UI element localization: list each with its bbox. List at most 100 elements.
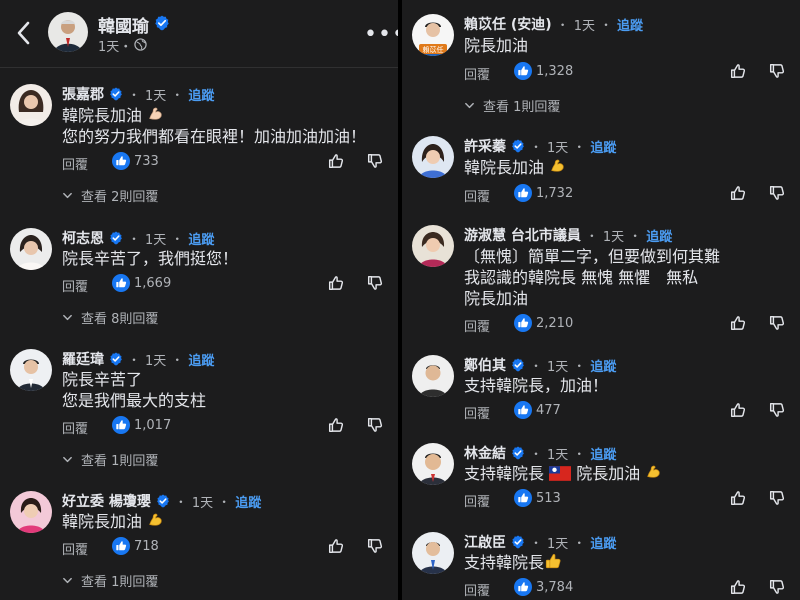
commenter-name[interactable]: 許采蓁 (464, 136, 506, 156)
avatar[interactable] (412, 136, 454, 178)
reply-button[interactable]: 回覆 (62, 154, 88, 173)
view-replies-link[interactable]: 查看 1則回覆 (62, 571, 158, 590)
avatar[interactable] (10, 491, 52, 533)
commenter-name[interactable]: 游淑慧 台北市議員 (464, 225, 581, 245)
like-count[interactable]: 477 (536, 403, 561, 418)
thumbs-up-icon[interactable] (327, 537, 345, 555)
author-avatar[interactable] (48, 12, 88, 52)
reply-button[interactable]: 回覆 (464, 186, 490, 205)
thumbs-down-icon[interactable] (366, 152, 384, 170)
commenter-name[interactable]: 柯志恩 (62, 228, 104, 248)
like-count[interactable]: 718 (134, 539, 159, 554)
thumbs-down-icon[interactable] (768, 489, 786, 507)
comment-meta: 鄭伯其 ・ 1天 ・ 追蹤 (464, 355, 616, 375)
reply-button[interactable]: 回覆 (62, 539, 88, 558)
avatar[interactable]: 賴苡任 (412, 14, 454, 56)
like-count[interactable]: 2,210 (536, 316, 573, 331)
thumbs-up-icon[interactable] (327, 152, 345, 170)
follow-button[interactable]: 追蹤 (188, 350, 214, 369)
more-options-icon[interactable]: ••• (364, 22, 398, 47)
like-count[interactable]: 1,669 (134, 276, 171, 291)
thumbs-up-icon[interactable] (729, 184, 747, 202)
thumbs-up-icon[interactable] (729, 314, 747, 332)
like-count[interactable]: 1,017 (134, 418, 171, 433)
thumbs-up-icon[interactable] (729, 401, 747, 419)
commenter-name[interactable]: 林金結 (464, 443, 506, 463)
separator-dot: ・ (128, 87, 141, 102)
comment-text: 支持韓院長 (464, 552, 562, 573)
thumbs-down-icon[interactable] (768, 62, 786, 80)
chevron-left-icon[interactable] (14, 20, 34, 46)
commenter-name[interactable]: 江啟臣 (464, 532, 506, 552)
avatar[interactable] (412, 532, 454, 574)
avatar[interactable] (412, 443, 454, 485)
thumbs-down-icon[interactable] (366, 274, 384, 292)
avatar[interactable] (10, 228, 52, 270)
separator-dot: ・ (599, 17, 612, 32)
thumbs-down-icon[interactable] (768, 184, 786, 202)
thumbs-up-icon[interactable] (729, 578, 747, 596)
avatar[interactable] (412, 355, 454, 397)
commenter-name[interactable]: 好立委 楊瓊瓔 (62, 491, 151, 511)
avatar[interactable] (10, 349, 52, 391)
thumbs-up-icon[interactable] (729, 489, 747, 507)
reply-button[interactable]: 回覆 (62, 276, 88, 295)
avatar[interactable] (10, 84, 52, 126)
thumbs-up-icon[interactable] (327, 274, 345, 292)
commenter-name[interactable]: 賴苡任 (安迪) (464, 14, 552, 34)
commenter-name[interactable]: 鄭伯其 (464, 355, 506, 375)
comment-text: 韓院長加油 (62, 511, 165, 532)
thumbs-up-icon[interactable] (327, 416, 345, 434)
reply-button[interactable]: 回覆 (464, 491, 490, 510)
thumbs-down-icon[interactable] (768, 314, 786, 332)
separator-dot: ・ (530, 139, 543, 154)
post-author-name[interactable]: 韓國瑜 (98, 12, 149, 37)
comments-pane-left: 韓國瑜 1天・ ••• 張嘉郡 ・ 1天 ・ 追蹤 韓院長加油 您的努力我們都看… (0, 0, 398, 600)
follow-button[interactable]: 追蹤 (590, 137, 616, 156)
view-replies-link[interactable]: 查看 1則回覆 (62, 450, 158, 469)
follow-button[interactable]: 追蹤 (188, 229, 214, 248)
view-replies-link[interactable]: 查看 8則回覆 (62, 308, 158, 327)
like-count[interactable]: 3,784 (536, 580, 573, 595)
commenter-name[interactable]: 羅廷瑋 (62, 349, 104, 369)
follow-button[interactable]: 追蹤 (590, 356, 616, 375)
reply-button[interactable]: 回覆 (464, 403, 490, 422)
reply-button[interactable]: 回覆 (464, 580, 490, 599)
like-count[interactable]: 513 (536, 491, 561, 506)
reply-button[interactable]: 回覆 (62, 418, 88, 437)
thumbs-down-icon[interactable] (768, 401, 786, 419)
thumbs-down-icon[interactable] (768, 578, 786, 596)
follow-button[interactable]: 追蹤 (590, 533, 616, 552)
comment-line: 韓院長加油 (62, 106, 143, 125)
view-replies-link[interactable]: 查看 1則回覆 (464, 96, 560, 115)
thumbs-up-icon[interactable] (729, 62, 747, 80)
verified-badge-icon (109, 87, 123, 101)
avatar[interactable] (412, 225, 454, 267)
follow-button[interactable]: 追蹤 (235, 492, 261, 511)
comment-time: 1天 (602, 229, 625, 245)
like-count[interactable]: 1,328 (536, 64, 573, 79)
comment-line: 我認識的韓院長 無愧 無懼 無私 (464, 268, 699, 287)
thumbs-up-emoji (544, 552, 562, 570)
commenter-name[interactable]: 張嘉郡 (62, 84, 104, 104)
comment-time: 1天 (191, 495, 214, 511)
like-count[interactable]: 733 (134, 154, 159, 169)
follow-button[interactable]: 追蹤 (646, 226, 672, 245)
follow-button[interactable]: 追蹤 (590, 444, 616, 463)
view-replies-label: 查看 8則回覆 (81, 312, 159, 327)
reply-button[interactable]: 回覆 (464, 316, 490, 335)
comment-actions: 回覆 3,784 (464, 578, 794, 600)
thumbs-down-icon[interactable] (366, 537, 384, 555)
comment-meta: 張嘉郡 ・ 1天 ・ 追蹤 (62, 84, 214, 104)
follow-button[interactable]: 追蹤 (188, 85, 214, 104)
reply-button[interactable]: 回覆 (464, 64, 490, 83)
verified-badge-icon (511, 535, 525, 549)
comment-meta: 好立委 楊瓊瓔 ・ 1天 ・ 追蹤 (62, 491, 261, 511)
comment-line: 支持韓院長 (464, 553, 545, 572)
like-reaction-icon (514, 489, 532, 507)
thumbs-down-icon[interactable] (366, 416, 384, 434)
comment-line: 韓院長加油 (464, 158, 545, 177)
like-count[interactable]: 1,732 (536, 186, 573, 201)
follow-button[interactable]: 追蹤 (617, 15, 643, 34)
view-replies-link[interactable]: 查看 2則回覆 (62, 186, 158, 205)
